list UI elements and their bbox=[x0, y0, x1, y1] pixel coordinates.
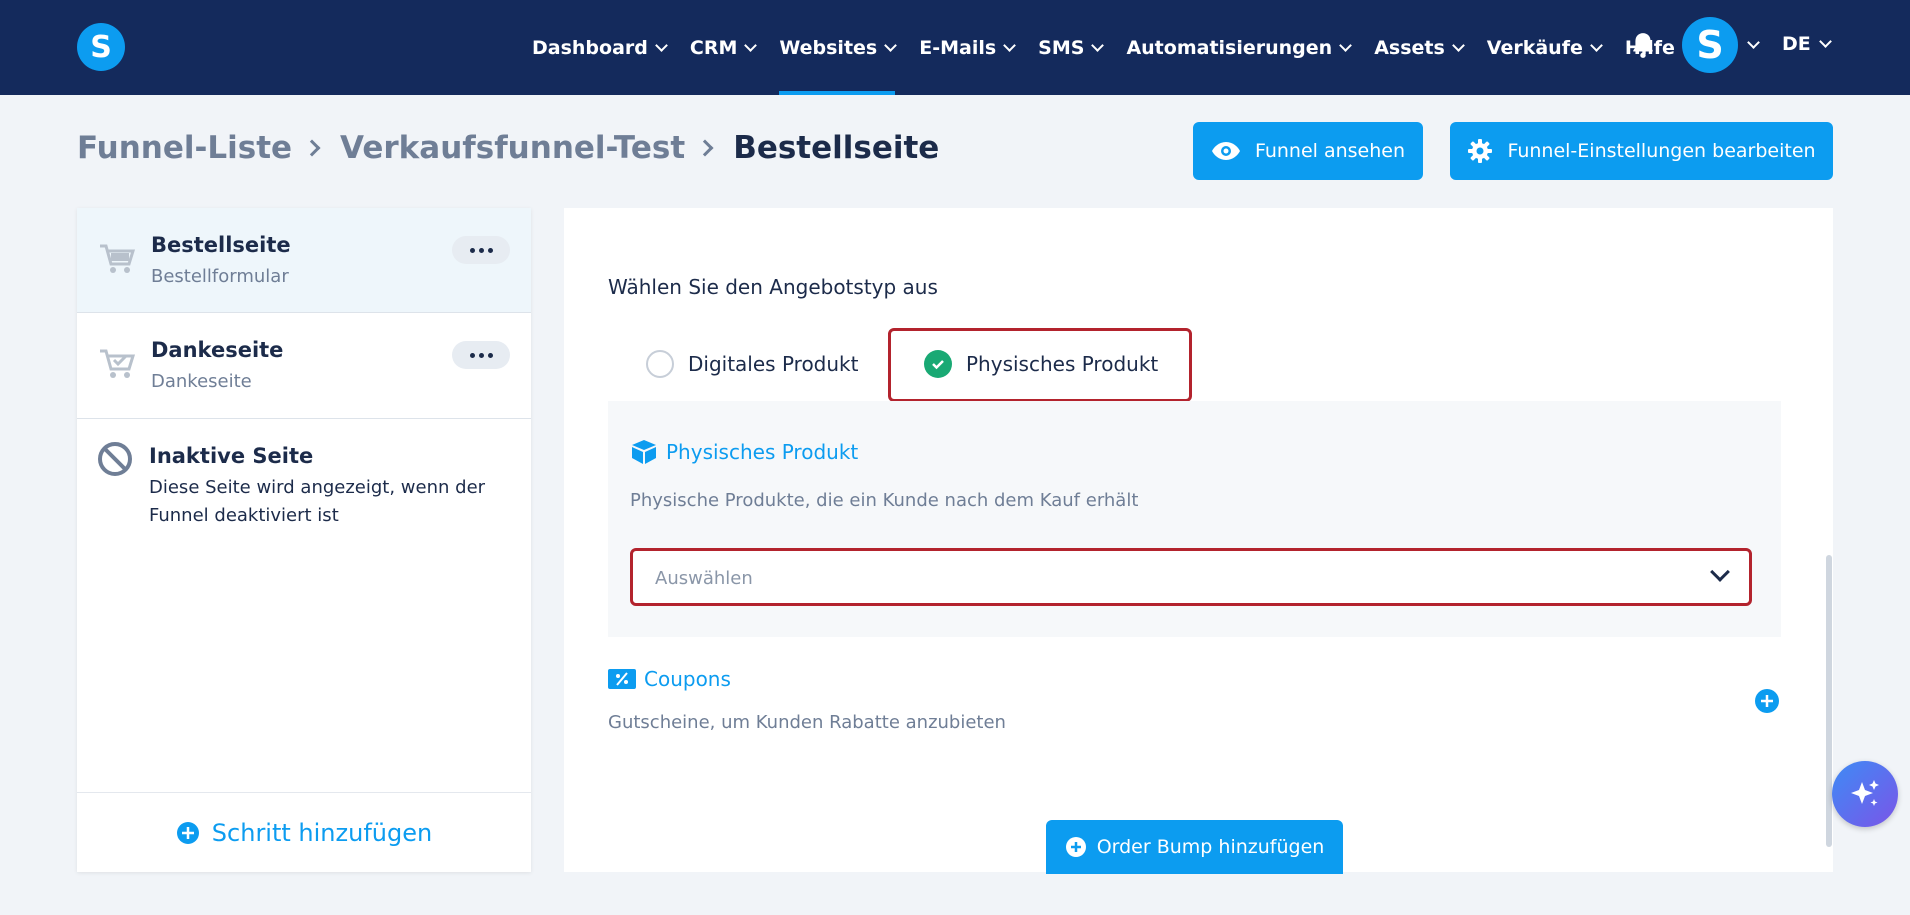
nav-item-automations[interactable]: Automatisierungen bbox=[1126, 0, 1353, 95]
nav-label: Automatisierungen bbox=[1126, 36, 1333, 59]
add-step-button[interactable]: Schritt hinzufügen bbox=[77, 792, 531, 872]
nav-item-websites[interactable]: Websites bbox=[779, 0, 898, 95]
nav-label: Websites bbox=[779, 36, 878, 59]
order-bump-label: Order Bump hinzufügen bbox=[1096, 836, 1325, 858]
add-step-label: Schritt hinzufügen bbox=[211, 818, 433, 847]
step-item-thank-you-page[interactable]: Dankeseite Dankeseite bbox=[77, 313, 531, 419]
chevron-down-icon bbox=[1710, 562, 1730, 582]
chevron-down-icon bbox=[1091, 38, 1105, 52]
chevron-down-icon bbox=[884, 38, 898, 52]
nav-item-sms[interactable]: SMS bbox=[1038, 0, 1105, 95]
add-coupon-plus-icon[interactable] bbox=[1755, 689, 1779, 713]
chevron-down-icon bbox=[1589, 38, 1603, 52]
step-item-order-page[interactable]: Bestellseite Bestellformular bbox=[77, 208, 531, 313]
dot bbox=[469, 352, 475, 358]
dot bbox=[469, 247, 475, 253]
chevron-down-icon bbox=[744, 38, 758, 52]
scrollbar[interactable] bbox=[1826, 555, 1832, 847]
nav-item-assets[interactable]: Assets bbox=[1374, 0, 1465, 95]
inactive-page-title[interactable]: Inaktive Seite bbox=[149, 444, 313, 468]
language-selector[interactable]: DE bbox=[1782, 33, 1832, 55]
step-title: Bestellseite bbox=[151, 233, 291, 257]
inactive-page-description: Diese Seite wird angezeigt, wenn der Fun… bbox=[149, 477, 486, 526]
more-options-button[interactable] bbox=[452, 236, 510, 264]
step-title: Dankeseite bbox=[151, 338, 284, 362]
more-options-button[interactable] bbox=[452, 341, 510, 369]
edit-funnel-settings-button[interactable]: Funnel-Einstellungen bearbeiten bbox=[1450, 122, 1833, 180]
gear-icon bbox=[1468, 139, 1493, 163]
radio-unchecked-icon bbox=[646, 350, 674, 378]
nav-item-sales[interactable]: Verkäufe bbox=[1486, 0, 1603, 95]
dot bbox=[478, 352, 484, 358]
breadcrumb-funnel-list[interactable]: Funnel-Liste bbox=[77, 130, 292, 166]
dot bbox=[478, 247, 484, 253]
step-settings-panel: Wählen Sie den Angebotstyp aus Digitales… bbox=[564, 208, 1833, 874]
chevron-down-icon bbox=[1339, 38, 1353, 52]
coupons-title: Coupons bbox=[608, 667, 731, 691]
nav-item-dashboard[interactable]: Dashboard bbox=[532, 0, 668, 95]
physical-product-description: Physische Produkte, die ein Kunde nach d… bbox=[630, 490, 1139, 511]
chevron-right-icon bbox=[696, 139, 714, 157]
coupon-icon bbox=[608, 669, 636, 689]
radio-label: Digitales Produkt bbox=[688, 352, 859, 376]
chevron-down-icon bbox=[655, 38, 668, 52]
step-subtitle: Dankeseite bbox=[151, 371, 252, 392]
top-navbar: S Dashboard CRM Websites E-Mails SMS Aut… bbox=[0, 0, 1910, 95]
funnel-steps-sidebar: Bestellseite Bestellformular Dankeseite … bbox=[77, 208, 531, 872]
radio-label: Physisches Produkt bbox=[966, 352, 1159, 376]
nav-label: Assets bbox=[1374, 36, 1445, 59]
chevron-right-icon bbox=[303, 139, 321, 157]
chevron-down-icon bbox=[1818, 35, 1832, 48]
nav-menu: Dashboard CRM Websites E-Mails SMS Autom… bbox=[532, 0, 1699, 95]
breadcrumb: Funnel-Liste Verkaufsfunnel-Test Bestell… bbox=[77, 130, 939, 166]
breadcrumb-current-page: Bestellseite bbox=[733, 130, 940, 166]
nav-label: CRM bbox=[689, 36, 738, 59]
view-funnel-label: Funnel ansehen bbox=[1254, 140, 1406, 162]
section-title-label: Physisches Produkt bbox=[666, 440, 859, 464]
eye-icon bbox=[1211, 142, 1240, 160]
select-placeholder: Auswählen bbox=[655, 568, 753, 589]
sparkles-icon bbox=[1851, 780, 1879, 806]
box-icon bbox=[632, 440, 656, 464]
product-select[interactable]: Auswählen bbox=[630, 548, 1752, 606]
ban-icon bbox=[98, 442, 132, 476]
app-logo[interactable]: S bbox=[77, 23, 125, 71]
cart-icon bbox=[100, 244, 136, 273]
nav-item-crm[interactable]: CRM bbox=[689, 0, 758, 95]
plus-circle-icon bbox=[1065, 837, 1086, 857]
coupons-description: Gutscheine, um Kunden Rabatte anzubieten bbox=[608, 712, 1006, 733]
offer-type-physical-radio[interactable]: Physisches Produkt bbox=[924, 350, 1158, 378]
view-funnel-button[interactable]: Funnel ansehen bbox=[1193, 122, 1423, 180]
dot bbox=[487, 352, 493, 358]
physical-product-section: Physisches Produkt Physische Produkte, d… bbox=[608, 401, 1781, 637]
section-title-label: Coupons bbox=[644, 667, 731, 691]
offer-type-label: Wählen Sie den Angebotstyp aus bbox=[608, 275, 938, 299]
nav-label: SMS bbox=[1038, 36, 1085, 59]
nav-label: E-Mails bbox=[919, 36, 997, 59]
user-avatar[interactable]: S bbox=[1682, 17, 1738, 73]
edit-settings-label: Funnel-Einstellungen bearbeiten bbox=[1507, 140, 1816, 162]
nav-item-emails[interactable]: E-Mails bbox=[919, 0, 1017, 95]
nav-label: Verkäufe bbox=[1486, 36, 1583, 59]
check-circle-icon bbox=[924, 350, 952, 378]
dot bbox=[487, 247, 493, 253]
plus-circle-icon bbox=[176, 821, 199, 844]
chevron-down-icon bbox=[1003, 38, 1017, 52]
chevron-down-icon bbox=[1451, 38, 1465, 52]
step-subtitle: Bestellformular bbox=[151, 266, 289, 287]
add-order-bump-button[interactable]: Order Bump hinzufügen bbox=[1046, 820, 1343, 874]
chevron-down-icon[interactable] bbox=[1747, 36, 1760, 49]
breadcrumb-funnel[interactable]: Verkaufsfunnel-Test bbox=[340, 130, 685, 166]
cart-check-icon bbox=[100, 349, 136, 378]
nav-label: Dashboard bbox=[532, 36, 648, 59]
language-label: DE bbox=[1782, 33, 1811, 55]
offer-type-digital-radio[interactable]: Digitales Produkt bbox=[646, 350, 858, 378]
bell-icon[interactable] bbox=[1630, 31, 1656, 59]
physical-product-title: Physisches Produkt bbox=[630, 439, 858, 465]
ai-assistant-button[interactable] bbox=[1832, 761, 1898, 827]
